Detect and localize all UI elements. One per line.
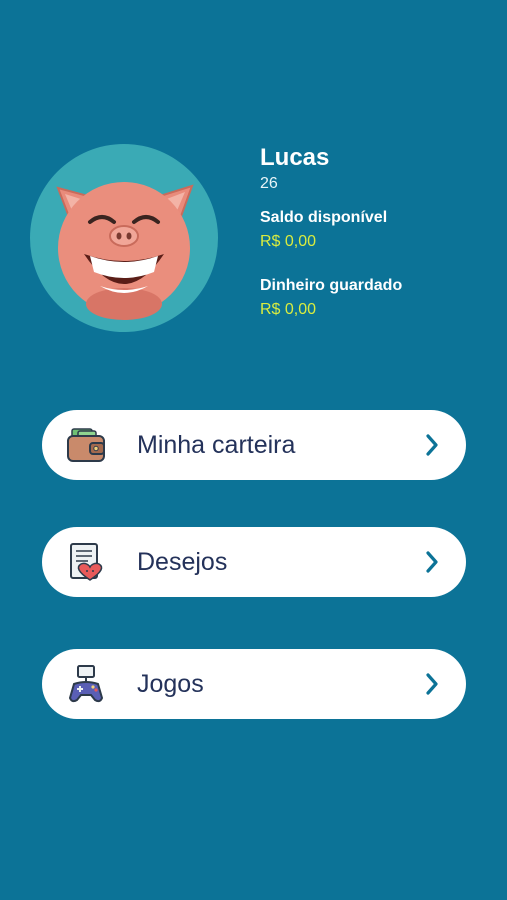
profile-info: Lucas 26 Saldo disponível R$ 0,00 Dinhei…	[260, 144, 402, 320]
wishes-button[interactable]: Desejos	[42, 527, 466, 597]
available-balance-label: Saldo disponível	[260, 209, 388, 226]
wallet-button-label: Minha carteira	[137, 430, 296, 459]
chevron-right-icon	[422, 549, 442, 575]
user-age: 26	[260, 175, 278, 192]
chevron-right-icon	[422, 432, 442, 458]
saved-money-label: Dinheiro guardado	[260, 277, 403, 294]
wishlist-icon	[66, 542, 106, 582]
pig-avatar-icon	[56, 182, 194, 320]
gamepad-icon	[66, 664, 106, 704]
wallet-button[interactable]: Minha carteira	[42, 410, 466, 480]
saved-money-value: R$ 0,00	[260, 301, 317, 318]
wallet-icon	[66, 425, 106, 465]
available-balance-value: R$ 0,00	[260, 233, 317, 250]
avatar	[30, 144, 218, 332]
games-button-label: Jogos	[137, 669, 204, 698]
games-button[interactable]: Jogos	[42, 649, 466, 719]
chevron-right-icon	[422, 671, 442, 697]
wishes-button-label: Desejos	[137, 547, 228, 576]
user-name: Lucas	[260, 144, 330, 171]
